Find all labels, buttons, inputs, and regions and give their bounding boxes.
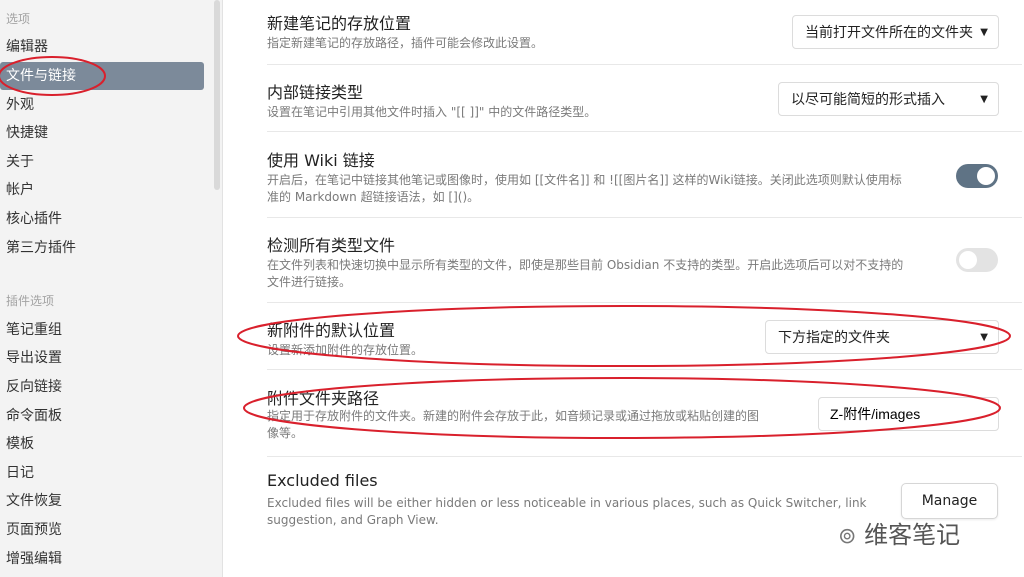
desc-line: 在文件列表和快速切换中显示所有类型的文件，即使是那些目前 Obsidian 不支…: [267, 258, 904, 272]
setting-title: Excluded files: [267, 471, 378, 490]
wechat-icon: ⊚: [838, 524, 857, 549]
sidebar-item-account[interactable]: 帐户: [6, 178, 34, 202]
setting-new-attachment-location: 新附件的默认位置 设置新添加附件的存放位置。 下方指定的文件夹 ▼: [267, 303, 1022, 370]
new-note-location-dropdown[interactable]: 当前打开文件所在的文件夹 ▼: [792, 15, 999, 49]
settings-sidebar: 选项 编辑器 文件与链接 外观 快捷键 关于 帐户 核心插件 第三方插件 插件选…: [0, 0, 223, 577]
sidebar-section-options: 选项: [6, 12, 31, 26]
setting-new-note-location: 新建笔记的存放位置 指定新建笔记的存放路径，插件可能会修改此设置。 当前打开文件…: [267, 0, 1022, 65]
sidebar-item-hotkeys[interactable]: 快捷键: [6, 121, 48, 145]
setting-title: 附件文件夹路径: [267, 389, 380, 408]
watermark: ⊚ 维客笔记: [838, 515, 960, 550]
setting-internal-link-type: 内部链接类型 设置在笔记中引用其他文件时插入 "[[ ]]" 中的文件路径类型。…: [267, 65, 1022, 132]
desc-line: 准的 Markdown 超链接语法，如 []()。: [267, 190, 480, 204]
dropdown-value: 当前打开文件所在的文件夹: [805, 25, 973, 41]
sidebar-item-community-plugins[interactable]: 第三方插件: [6, 236, 76, 260]
setting-title: 内部链接类型: [267, 83, 364, 102]
desc-line: 指定用于存放附件的文件夹。新建的附件会存放于此，如音频记录或通过拖放或粘贴创建的…: [267, 409, 760, 423]
sidebar-item-about[interactable]: 关于: [6, 150, 34, 174]
attachment-folder-input[interactable]: [818, 397, 999, 431]
sidebar-item-core-plugins[interactable]: 核心插件: [6, 207, 62, 231]
desc-line: 开启后，在笔记中链接其他笔记或图像时，使用如 [[文件名]] 和 ![[图片名]…: [267, 173, 902, 187]
sidebar-scrollbar[interactable]: [214, 0, 220, 190]
setting-desc: 设置在笔记中引用其他文件时插入 "[[ ]]" 中的文件路径类型。: [267, 105, 597, 119]
setting-title: 新附件的默认位置: [267, 321, 396, 340]
sidebar-item-templates[interactable]: 模板: [6, 432, 34, 456]
caret-down-icon: ▼: [980, 27, 988, 38]
sidebar-item-file-recovery[interactable]: 文件恢复: [6, 489, 62, 513]
sidebar-section-plugin-options: 插件选项: [6, 294, 55, 308]
sidebar-item-files-links[interactable]: 文件与链接: [0, 62, 204, 90]
sidebar-item-command-palette[interactable]: 命令面板: [6, 404, 62, 428]
toggle-knob: [977, 167, 995, 185]
dropdown-value: 下方指定的文件夹: [778, 330, 890, 346]
sidebar-item-daily-notes[interactable]: 日记: [6, 461, 34, 485]
toggle-knob: [959, 251, 977, 269]
manage-excluded-files-button[interactable]: Manage: [901, 483, 998, 519]
setting-desc: 在文件列表和快速切换中显示所有类型的文件，即使是那些目前 Obsidian 不支…: [267, 257, 957, 291]
sidebar-item-page-preview[interactable]: 页面预览: [6, 518, 62, 542]
sidebar-item-export[interactable]: 导出设置: [6, 346, 62, 370]
setting-desc: 设置新添加附件的存放位置。: [267, 343, 424, 357]
desc-line: Excluded files will be either hidden or …: [267, 496, 867, 510]
wiki-links-toggle[interactable]: [956, 164, 998, 188]
setting-title: 检测所有类型文件: [267, 236, 396, 255]
setting-desc: 指定用于存放附件的文件夹。新建的附件会存放于此，如音频记录或通过拖放或粘贴创建的…: [267, 408, 827, 442]
attachment-location-dropdown[interactable]: 下方指定的文件夹 ▼: [765, 320, 999, 354]
desc-line: suggestion, and Graph View.: [267, 513, 439, 527]
setting-detect-all-file-types: 检测所有类型文件 在文件列表和快速切换中显示所有类型的文件，即使是那些目前 Ob…: [267, 218, 1022, 303]
sidebar-item-note-composer[interactable]: 笔记重组: [6, 318, 62, 342]
desc-line: 像等。: [267, 426, 304, 440]
setting-title: 新建笔记的存放位置: [267, 14, 412, 33]
detect-all-files-toggle[interactable]: [956, 248, 998, 272]
setting-desc: 指定新建笔记的存放路径，插件可能会修改此设置。: [267, 36, 544, 50]
sidebar-item-appearance[interactable]: 外观: [6, 93, 34, 117]
desc-line: 文件进行链接。: [267, 275, 352, 289]
settings-content: 新建笔记的存放位置 指定新建笔记的存放路径，插件可能会修改此设置。 当前打开文件…: [223, 0, 1024, 577]
sidebar-item-editor[interactable]: 编辑器: [6, 35, 48, 59]
caret-down-icon: ▼: [980, 94, 988, 105]
sidebar-item-backlinks[interactable]: 反向链接: [6, 375, 62, 399]
caret-down-icon: ▼: [980, 332, 988, 343]
setting-desc: Excluded files will be either hidden or …: [267, 495, 867, 529]
setting-attachment-folder-path: 附件文件夹路径 指定用于存放附件的文件夹。新建的附件会存放于此，如音频记录或通过…: [267, 370, 1022, 457]
watermark-text: 维客笔记: [864, 521, 961, 549]
setting-use-wiki-links: 使用 Wiki 链接 开启后，在笔记中链接其他笔记或图像时，使用如 [[文件名]…: [267, 132, 1022, 218]
setting-title: 使用 Wiki 链接: [267, 151, 375, 170]
setting-desc: 开启后，在笔记中链接其他笔记或图像时，使用如 [[文件名]] 和 ![[图片名]…: [267, 172, 957, 206]
internal-link-type-dropdown[interactable]: 以尽可能简短的形式插入 ▼: [778, 82, 999, 116]
dropdown-value: 以尽可能简短的形式插入: [791, 92, 945, 108]
sidebar-item-enhanced-editing[interactable]: 增强编辑: [6, 547, 62, 571]
